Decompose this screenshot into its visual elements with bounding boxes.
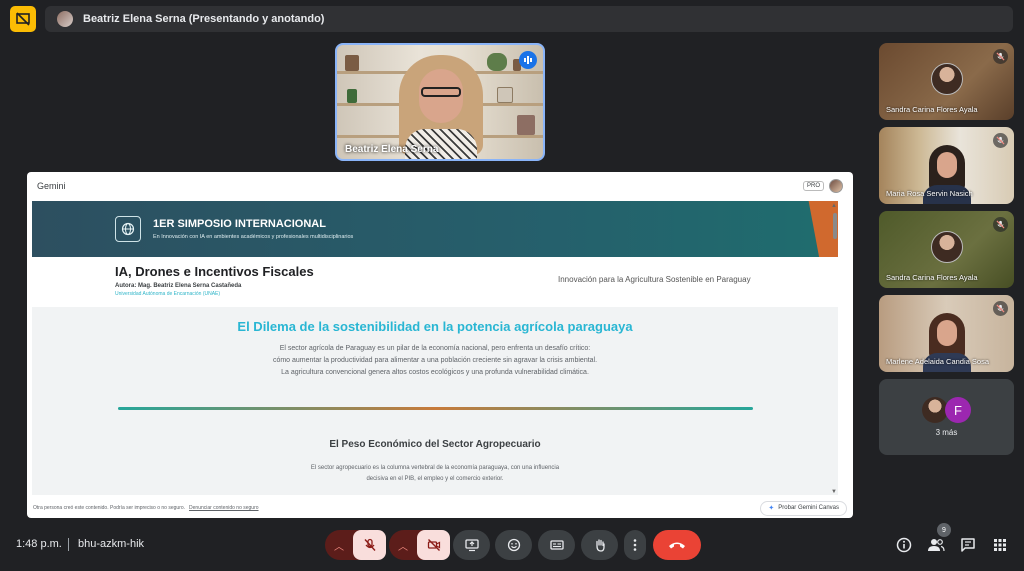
document-university: Universidad Autónoma de Encarnación (UNA… — [115, 291, 221, 297]
presenter-video-tile[interactable]: Beatriz Elena Serna — [335, 43, 545, 161]
globe-icon — [115, 216, 141, 242]
clock: 1:48 p.m. — [16, 538, 62, 550]
section-body: El sector agropecuario es la columna ver… — [252, 463, 618, 485]
emoji-icon[interactable] — [495, 530, 532, 560]
banner-title: 1ER SIMPOSIO INTERNACIONAL — [153, 218, 326, 230]
section-line: El sector agrícola de Paraguay es un pil… — [279, 345, 591, 352]
people-icon[interactable] — [926, 535, 946, 555]
hangup-icon[interactable] — [653, 530, 701, 560]
gemini-footer: Otra persona creó este contenido. Podría… — [27, 498, 853, 518]
mic-off-icon — [993, 217, 1008, 232]
section-title: El Dilema de la sostenibilidad en la pot… — [237, 319, 633, 334]
document-title: IA, Drones e Incentivos Fiscales — [115, 264, 314, 279]
section-line: decisiva en el PIB, el empleo y el comer… — [366, 476, 504, 482]
try-canvas-button[interactable]: ✦ Probar Gemini Canvas — [760, 500, 847, 516]
presenter-banner: Beatriz Elena Serna (Presentando y anota… — [45, 6, 1013, 32]
mic-control: ︿ — [325, 530, 386, 560]
present-screen-icon[interactable] — [453, 530, 490, 560]
section-body: El sector agrícola de Paraguay es un pil… — [192, 343, 678, 379]
activities-icon[interactable] — [990, 535, 1010, 555]
participant-tile[interactable]: Maria Rosa Servin Nasich — [879, 127, 1014, 204]
pro-badge: PRO — [802, 181, 824, 191]
scroll-down-icon[interactable]: ▼ — [831, 489, 837, 495]
more-participants-tile[interactable]: F 3 más — [879, 379, 1014, 455]
account-avatar[interactable] — [829, 179, 843, 193]
participant-tile[interactable]: Marlene Adelaida Candia Sosa — [879, 295, 1014, 372]
participant-tile[interactable]: Sandra Carina Flores Ayala — [879, 43, 1014, 120]
info-icon[interactable] — [894, 535, 914, 555]
sparkle-icon: ✦ — [768, 505, 775, 512]
mic-off-icon — [993, 49, 1008, 64]
shared-screen: Gemini PRO 1ER SIMPOSIO INTERNACIONAL En… — [27, 172, 853, 518]
speaking-indicator-icon — [519, 51, 537, 69]
section-line: La agricultura convencional genera altos… — [281, 369, 589, 376]
avatar — [931, 231, 963, 263]
section-line: El sector agropecuario es la columna ver… — [310, 465, 560, 471]
document-header: IA, Drones e Incentivos Fiscales Autora:… — [32, 257, 838, 307]
section-title: El Peso Económico del Sector Agropecuari… — [329, 439, 541, 450]
chevron-up-icon[interactable]: ︿ — [325, 538, 353, 553]
gemini-canvas: 1ER SIMPOSIO INTERNACIONAL En Innovación… — [32, 201, 838, 495]
raise-hand-icon[interactable] — [581, 530, 618, 560]
gradient-divider — [118, 407, 753, 410]
section-line: cómo aumentar la productividad para alim… — [272, 357, 598, 364]
more-participants-label: 3 más — [935, 428, 958, 437]
captions-icon[interactable] — [538, 530, 575, 560]
report-link[interactable]: Denunciar contenido no seguro — [189, 505, 259, 511]
scrollbar[interactable]: ▲ ▼ — [830, 201, 838, 495]
chevron-up-icon[interactable]: ︿ — [389, 538, 417, 553]
mic-off-icon — [993, 133, 1008, 148]
try-canvas-label: Probar Gemini Canvas — [778, 505, 839, 511]
participant-name: Sandra Carina Flores Ayala — [886, 273, 978, 282]
avatar: F — [945, 397, 971, 423]
presentation-off-icon[interactable] — [10, 6, 36, 32]
scrollbar-thumb[interactable] — [833, 213, 837, 239]
participant-tile[interactable]: Sandra Carina Flores Ayala — [879, 211, 1014, 288]
footer-notice: Otra persona creó este contenido. Podría… — [33, 505, 186, 511]
people-count-badge: 9 — [937, 523, 951, 537]
camera-off-icon[interactable] — [417, 530, 450, 560]
divider — [68, 538, 69, 551]
presenter-name: Beatriz Elena Serna — [345, 144, 439, 155]
document-tagline: Innovación para la Agricultura Sostenibl… — [558, 275, 751, 284]
document-author: Autora: Mag. Beatriz Elena Serna Castañe… — [115, 283, 242, 289]
participant-name: Marlene Adelaida Candia Sosa — [886, 357, 989, 366]
camera-control: ︿ — [389, 530, 450, 560]
mic-off-icon — [993, 301, 1008, 316]
banner-subtitle: En Innovación con IA en ambientes académ… — [153, 234, 354, 240]
participant-name: Maria Rosa Servin Nasich — [886, 189, 973, 198]
more-options-icon[interactable] — [624, 530, 646, 560]
avatar — [931, 63, 963, 95]
gemini-app-name: Gemini — [37, 181, 66, 191]
avatar — [57, 11, 73, 27]
participant-name: Sandra Carina Flores Ayala — [886, 105, 978, 114]
mic-off-icon[interactable] — [353, 530, 386, 560]
chat-icon[interactable] — [958, 535, 978, 555]
presenter-banner-title: Beatriz Elena Serna (Presentando y anota… — [83, 13, 325, 25]
meeting-code: bhu-azkm-hik — [78, 538, 145, 550]
scroll-up-icon[interactable]: ▲ — [831, 203, 837, 209]
symposium-banner: 1ER SIMPOSIO INTERNACIONAL En Innovación… — [32, 201, 838, 257]
gemini-header: Gemini PRO — [27, 172, 853, 200]
